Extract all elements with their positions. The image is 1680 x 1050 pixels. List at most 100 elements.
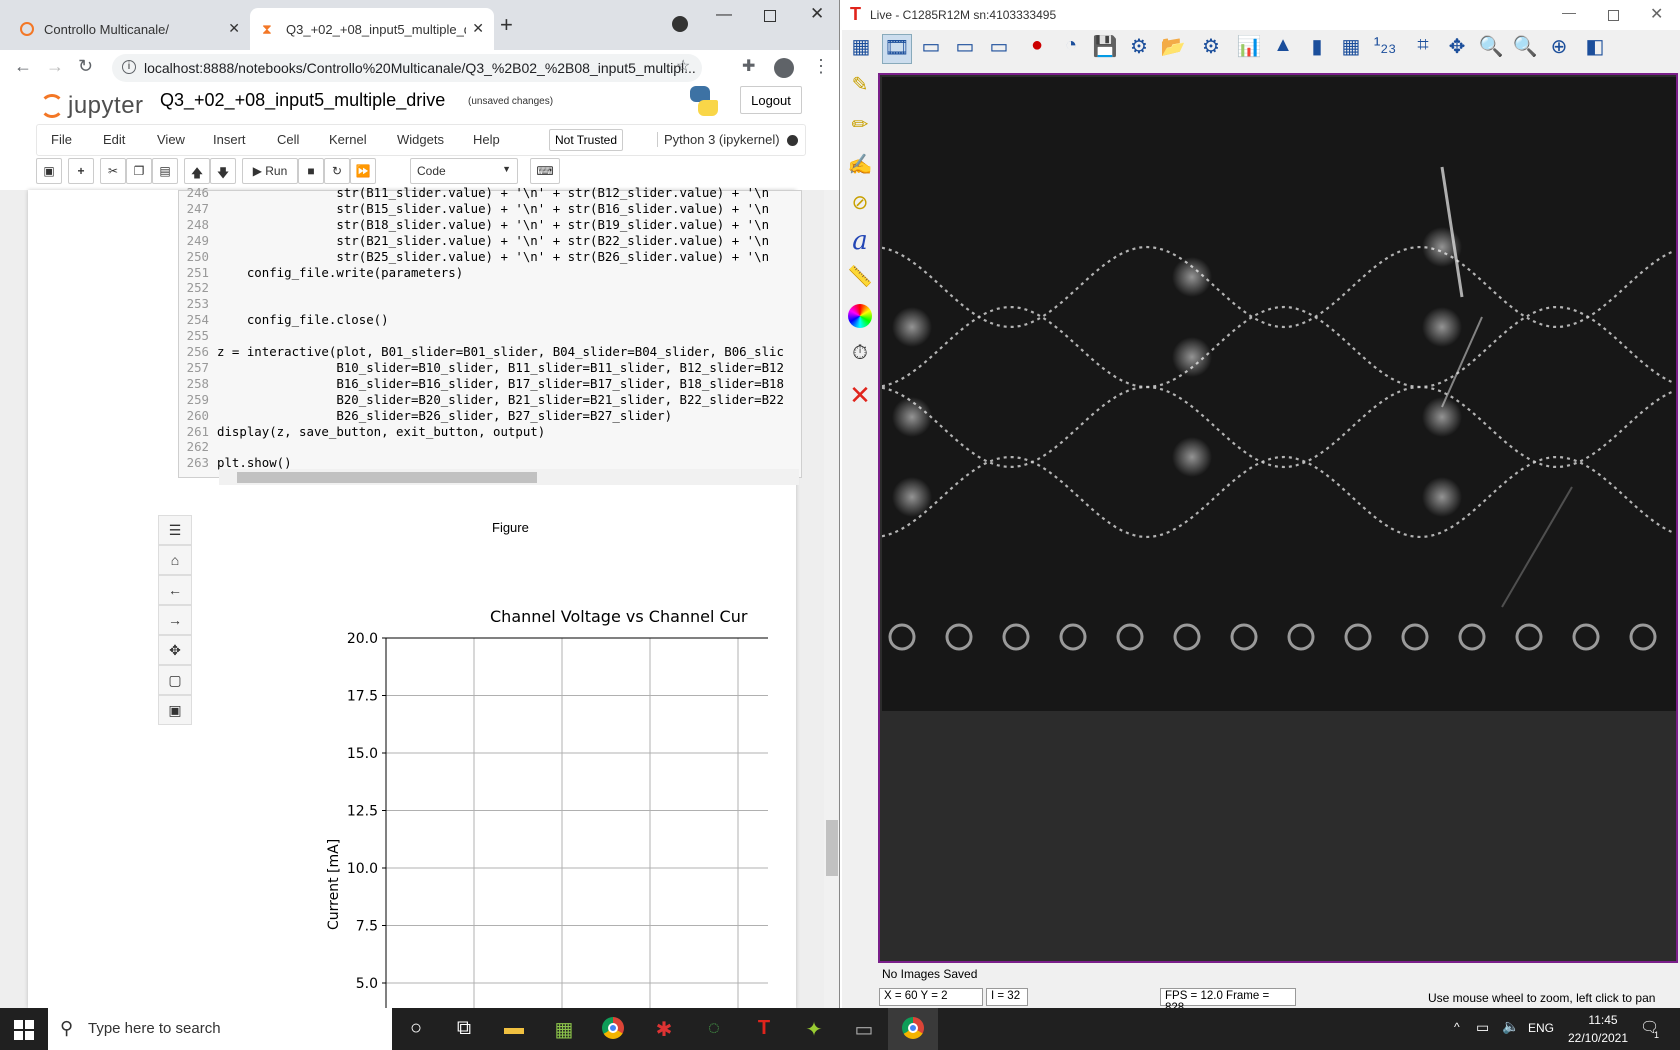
- back-icon[interactable]: ←: [14, 56, 32, 77]
- chrome-icon[interactable]: [602, 1017, 626, 1041]
- numbers-icon[interactable]: ¹₂₃: [1370, 34, 1400, 64]
- record-icon[interactable]: ●: [1022, 34, 1052, 64]
- cut-icon[interactable]: ✂: [100, 158, 126, 184]
- task-view-icon[interactable]: ⧉: [452, 1017, 476, 1041]
- image-frame[interactable]: [878, 73, 1678, 963]
- not-trusted-button[interactable]: Not Trusted: [549, 129, 624, 151]
- gear-icon[interactable]: ⚙: [1196, 34, 1226, 64]
- crosshair-icon[interactable]: ⊕: [1544, 34, 1574, 64]
- taskbar-search-input[interactable]: ⚲ Type here to search: [48, 1008, 392, 1050]
- home-icon[interactable]: ⌂: [158, 545, 192, 575]
- minimize-icon[interactable]: —: [1562, 4, 1576, 20]
- color-wheel-icon[interactable]: [846, 304, 874, 334]
- jupyter-logo-text[interactable]: jupyter: [68, 92, 144, 120]
- filmstrip-2-icon[interactable]: ▭: [916, 34, 946, 64]
- clock-time[interactable]: 11:45: [1578, 1013, 1628, 1027]
- scrollbar-thumb[interactable]: [826, 820, 838, 876]
- vertical-scrollbar[interactable]: [824, 190, 839, 1008]
- menu-cell[interactable]: Cell: [277, 132, 299, 147]
- chrome-active-icon[interactable]: [888, 1008, 938, 1050]
- open-folder-icon[interactable]: 📂: [1158, 34, 1188, 64]
- save-icon[interactable]: ▣: [36, 158, 62, 184]
- text-tool-icon[interactable]: a: [846, 226, 874, 256]
- menu-edit[interactable]: Edit: [103, 132, 125, 147]
- zoom-rect-icon[interactable]: ▢: [158, 665, 192, 695]
- app-icon-4[interactable]: ✦: [802, 1017, 826, 1041]
- stopwatch-icon[interactable]: ⏱: [846, 342, 874, 372]
- fast-forward-icon[interactable]: ⏩: [350, 158, 376, 184]
- browser-tab-1[interactable]: Controllo Multicanale/ ✕: [8, 8, 250, 50]
- camera-image[interactable]: [882, 77, 1676, 711]
- notebook-name[interactable]: Q3_+02_+08_input5_multiple_drive: [160, 90, 445, 111]
- brush-icon[interactable]: ⊘: [846, 190, 874, 220]
- close-window-icon[interactable]: ✕: [810, 4, 824, 24]
- menu-widgets[interactable]: Widgets: [397, 132, 444, 147]
- terminal-icon[interactable]: ▭: [852, 1017, 876, 1041]
- horizontal-scrollbar[interactable]: [219, 469, 799, 485]
- levels-icon[interactable]: ▮: [1302, 34, 1332, 64]
- cortana-icon[interactable]: ○: [404, 1017, 428, 1041]
- image-adjust-icon[interactable]: ▲: [1268, 34, 1298, 64]
- profile-avatar[interactable]: [774, 58, 794, 78]
- insert-cell-icon[interactable]: +: [68, 158, 94, 184]
- menu-icon[interactable]: ☰: [158, 515, 192, 545]
- fit-icon[interactable]: ✥: [1442, 34, 1472, 64]
- delete-x-icon[interactable]: ✕: [846, 380, 874, 410]
- notebook-area[interactable]: 246 str(B11_slider.value) + '\n' + str(B…: [0, 185, 839, 1008]
- crop-icon[interactable]: ⌗: [1408, 34, 1438, 64]
- current-chart[interactable]: Channel Voltage vs Channel Cur 20.0 17.5 15…: [298, 600, 768, 1008]
- zoom-1-2-icon[interactable]: 🔍: [1510, 34, 1540, 64]
- move-down-icon[interactable]: 🡇: [210, 158, 236, 184]
- camera-app-icon[interactable]: T: [752, 1017, 776, 1041]
- settings-disk-icon[interactable]: ⚙: [1124, 34, 1154, 64]
- menu-file[interactable]: File: [51, 132, 72, 147]
- language-indicator[interactable]: ENG: [1528, 1021, 1554, 1035]
- filmstrip-icon[interactable]: 🎞: [882, 34, 912, 64]
- contrast-icon[interactable]: ◧: [1580, 34, 1610, 64]
- stop-icon[interactable]: ■: [298, 158, 324, 184]
- file-explorer-icon[interactable]: ▬: [502, 1017, 526, 1041]
- bookmark-star-icon[interactable]: ☆: [676, 56, 690, 76]
- save-disk-icon[interactable]: 💾: [1090, 34, 1120, 64]
- filmstrip-4-icon[interactable]: ▭: [984, 34, 1014, 64]
- volume-icon[interactable]: 🔈: [1502, 1018, 1519, 1035]
- info-icon[interactable]: i: [122, 60, 136, 74]
- close-window-icon[interactable]: ✕: [1650, 4, 1663, 24]
- code-cell[interactable]: 246 str(B11_slider.value) + '\n' + str(B…: [178, 185, 802, 485]
- layout-icon[interactable]: ▦: [846, 34, 876, 64]
- pencil-outline-icon[interactable]: ✏: [846, 112, 874, 142]
- browser-tab-2[interactable]: ⧗ Q3_+02_+08_input5_multiple_dri ✕: [250, 8, 494, 50]
- menu-insert[interactable]: Insert: [213, 132, 246, 147]
- ruler-icon[interactable]: 📏: [846, 264, 874, 294]
- clock-date[interactable]: 22/10/2021: [1560, 1031, 1636, 1045]
- move-up-icon[interactable]: 🡅: [184, 158, 210, 184]
- edit-icon[interactable]: ✍: [846, 152, 874, 182]
- network-icon[interactable]: ▭: [1476, 1019, 1489, 1036]
- minimize-icon[interactable]: —: [716, 6, 732, 24]
- close-tab-icon[interactable]: ✕: [472, 20, 484, 37]
- tab-search-icon[interactable]: [672, 16, 688, 32]
- run-button[interactable]: ▶ Run: [242, 158, 298, 184]
- menu-help[interactable]: Help: [473, 132, 500, 147]
- pencil-icon[interactable]: ✎: [846, 72, 874, 102]
- menu-kernel[interactable]: Kernel: [329, 132, 367, 147]
- scrollbar-thumb[interactable]: [237, 472, 537, 483]
- maximize-icon[interactable]: [1608, 10, 1619, 21]
- back-arrow-icon[interactable]: ←: [158, 575, 192, 605]
- grid-icon[interactable]: ▦: [1336, 34, 1366, 64]
- close-tab-icon[interactable]: ✕: [228, 20, 240, 37]
- logout-button[interactable]: Logout: [740, 86, 802, 114]
- keyboard-icon[interactable]: ⌨: [530, 158, 560, 184]
- more-menu-icon[interactable]: ⋮: [812, 56, 830, 77]
- new-tab-button[interactable]: +: [500, 12, 513, 38]
- download-icon[interactable]: ▣: [158, 695, 192, 725]
- forward-icon[interactable]: →: [46, 56, 64, 77]
- zoom-1-1-icon[interactable]: 🔍: [1476, 34, 1506, 64]
- windows-start-icon[interactable]: [14, 1020, 34, 1040]
- pan-icon[interactable]: ✥: [158, 635, 192, 665]
- timer-icon[interactable]: ◔: [1056, 34, 1086, 64]
- maximize-icon[interactable]: [764, 10, 776, 22]
- histogram-icon[interactable]: 📊: [1234, 34, 1264, 64]
- forward-arrow-icon[interactable]: →: [158, 605, 192, 635]
- url-input[interactable]: i localhost:8888/notebooks/Controllo%20M…: [112, 54, 702, 82]
